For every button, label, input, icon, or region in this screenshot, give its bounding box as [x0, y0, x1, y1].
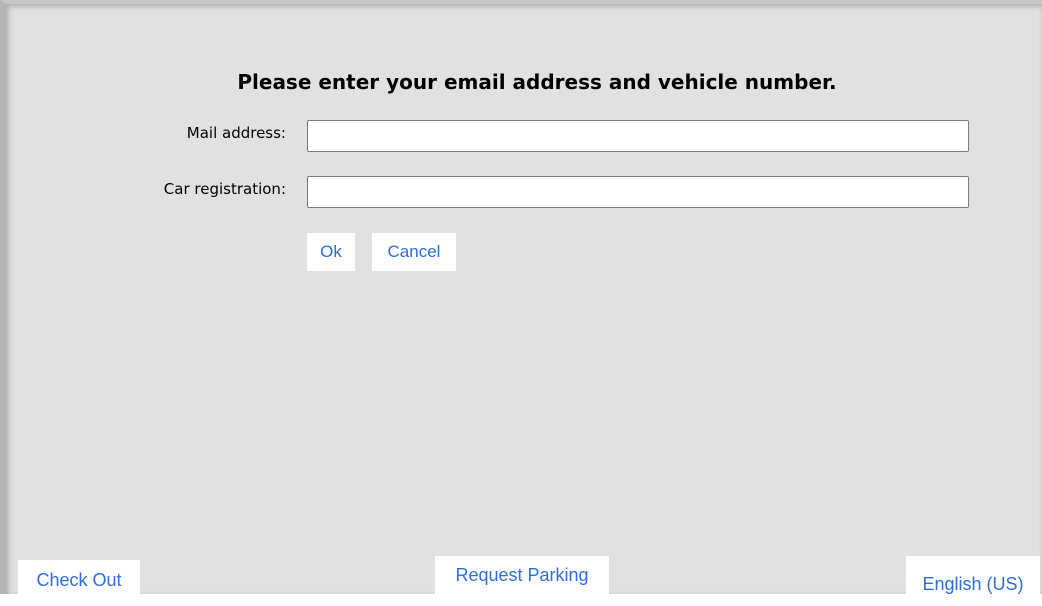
request-parking-button[interactable]: Request Parking [435, 556, 609, 594]
language-button[interactable]: English (US) [906, 556, 1040, 594]
page-title: Please enter your email address and vehi… [237, 70, 837, 94]
check-out-button[interactable]: Check Out [18, 560, 140, 600]
app-window: Please enter your email address and vehi… [0, 0, 1042, 594]
car-registration-input[interactable] [307, 176, 969, 208]
cancel-button[interactable]: Cancel [372, 233, 456, 271]
ok-button[interactable]: Ok [307, 233, 355, 271]
car-registration-label: Car registration: [163, 180, 286, 198]
mail-address-input[interactable] [307, 120, 969, 152]
mail-address-label: Mail address: [186, 124, 286, 142]
